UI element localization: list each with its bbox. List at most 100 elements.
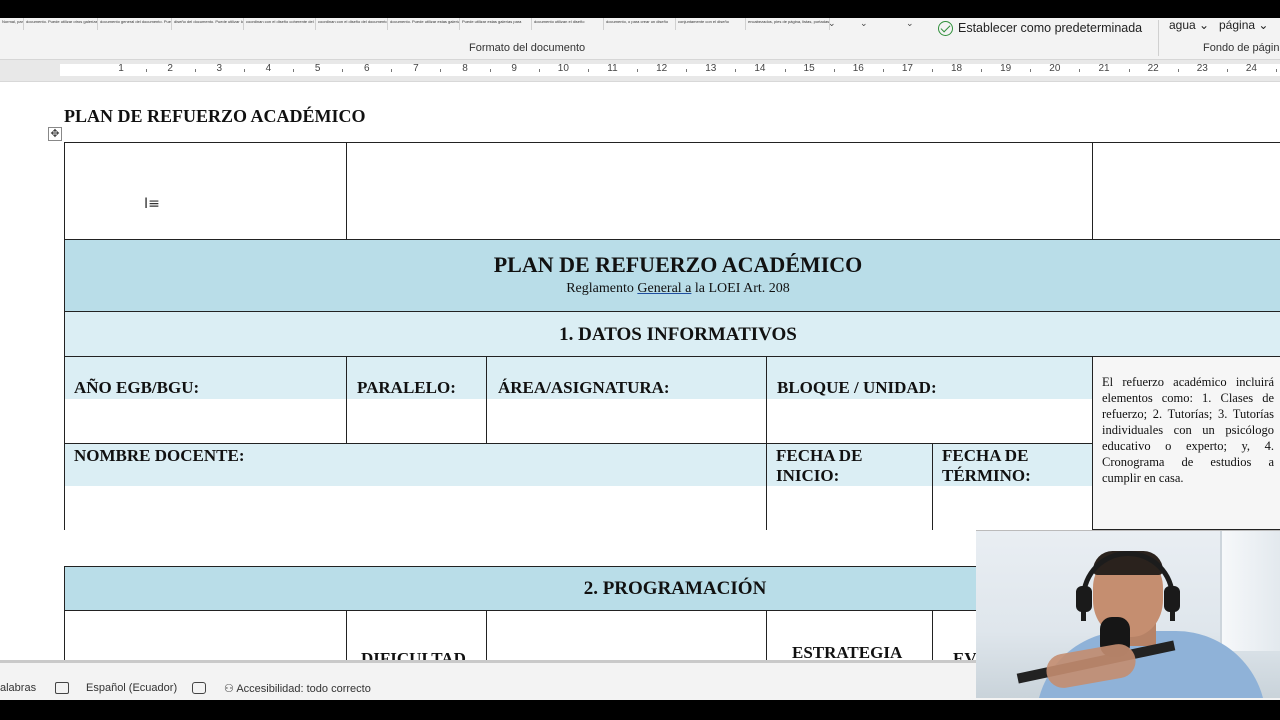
ruler-number: 20 bbox=[1049, 63, 1061, 74]
ruler-number: 7 bbox=[413, 63, 419, 74]
chevron-down-icon[interactable]: ⌄ bbox=[860, 18, 868, 29]
prog-col-1[interactable] bbox=[64, 610, 347, 660]
ruler-number: 19 bbox=[1000, 63, 1012, 74]
ruler-number: 16 bbox=[852, 63, 864, 74]
ruler-tick bbox=[538, 69, 540, 72]
ruler-tick bbox=[882, 69, 884, 72]
style-thumb[interactable]: coordinan con el diseño del documento bbox=[316, 18, 388, 30]
ruler-tick bbox=[686, 69, 688, 72]
side-note-cell[interactable]: El refuerzo académico incluirá elementos… bbox=[1092, 356, 1280, 530]
watermark-button[interactable]: agua ⌄ bbox=[1169, 18, 1209, 32]
field-input-area[interactable] bbox=[65, 486, 766, 530]
top-black-strip bbox=[0, 0, 1280, 18]
logo-cell-left[interactable] bbox=[64, 142, 347, 240]
page-color-button[interactable]: página ⌄ bbox=[1219, 18, 1268, 32]
ruler-tick bbox=[243, 69, 245, 72]
prog-dificultad-label: DIFICULTAD bbox=[361, 649, 466, 660]
ruler-tick bbox=[342, 69, 344, 72]
ruler-number: 3 bbox=[216, 63, 223, 74]
style-set-gallery[interactable]: Normal, para el documento. Puede utiliza… bbox=[0, 18, 836, 30]
subtitle-before: Reglamento bbox=[566, 281, 638, 296]
ruler-tick bbox=[1276, 69, 1278, 72]
chevron-down-icon[interactable]: ⌄ bbox=[906, 18, 914, 29]
field-input-area[interactable] bbox=[767, 486, 932, 530]
field-input-area[interactable] bbox=[65, 399, 346, 444]
focus-icon[interactable] bbox=[192, 682, 206, 694]
field-fecha-termino[interactable]: FECHA DE TÉRMINO: bbox=[932, 443, 1093, 530]
headset-earcup-left bbox=[1076, 586, 1092, 612]
language-indicator[interactable]: Español (Ecuador) bbox=[86, 682, 177, 694]
ruler-number: 22 bbox=[1147, 63, 1159, 74]
field-input-area[interactable] bbox=[767, 399, 1092, 444]
field-paralelo-label: PARALELO: bbox=[357, 378, 456, 397]
title-banner[interactable]: PLAN DE REFUERZO ACADÉMICO Reglamento Ge… bbox=[64, 239, 1280, 312]
style-thumb[interactable]: conjuntamente con el diseño bbox=[676, 18, 746, 30]
field-docente[interactable]: NOMBRE DOCENTE: bbox=[64, 443, 767, 530]
ruler-tick bbox=[637, 69, 639, 72]
proofing-icon[interactable] bbox=[55, 682, 69, 694]
logo-cell-right[interactable] bbox=[1092, 142, 1280, 240]
field-input-area[interactable] bbox=[347, 399, 486, 444]
prog-col-3[interactable] bbox=[486, 610, 767, 660]
ruler-number: 14 bbox=[754, 63, 766, 74]
subtitle-link[interactable]: General a bbox=[637, 281, 691, 296]
ruler-number: 24 bbox=[1245, 63, 1257, 74]
headset-earcup-right bbox=[1164, 586, 1180, 612]
subtitle-after: la LOEI Art. 208 bbox=[691, 281, 790, 296]
style-thumb[interactable]: documento general del documento. Puede bbox=[98, 18, 172, 30]
style-thumb[interactable]: encabezados, pies de página, listas, por… bbox=[746, 18, 830, 30]
ruler-tick bbox=[194, 69, 196, 72]
ruler-number: 5 bbox=[314, 63, 321, 74]
style-thumb[interactable]: documento. Puede utilizar estas galerías bbox=[388, 18, 460, 30]
field-input-area[interactable] bbox=[487, 399, 766, 444]
style-thumb[interactable]: coordinan con el diseño coherente del do… bbox=[244, 18, 316, 30]
style-thumb[interactable]: documento, o para crear un diseño bbox=[604, 18, 676, 30]
ruler-number: 6 bbox=[363, 63, 370, 74]
style-thumb[interactable]: documento. Puede utilizar otros galerías bbox=[24, 18, 98, 30]
page-color-label: página bbox=[1219, 18, 1256, 32]
style-thumb[interactable]: diseño del documento. Puede utilizar los… bbox=[172, 18, 244, 30]
field-docente-label: NOMBRE DOCENTE: bbox=[74, 446, 245, 465]
field-anio-label: AÑO EGB/BGU: bbox=[74, 378, 200, 397]
gallery-scroll-icon[interactable]: ⌄ bbox=[828, 18, 836, 29]
set-as-default-button[interactable]: Establecer como predeterminada bbox=[938, 20, 1142, 36]
ruler-tick bbox=[931, 69, 933, 72]
watermark-label: agua bbox=[1169, 18, 1196, 32]
word-window: Normal, para el documento. Puede utiliza… bbox=[0, 0, 1280, 720]
section-datos-informativos[interactable]: 1. DATOS INFORMATIVOS bbox=[64, 311, 1280, 357]
section-1-title: 1. DATOS INFORMATIVOS bbox=[559, 324, 797, 345]
field-bloque[interactable]: BLOQUE / UNIDAD: bbox=[766, 356, 1093, 444]
table-move-icon[interactable]: ✥ bbox=[48, 127, 62, 141]
group-label-page-background: Fondo de página bbox=[1203, 42, 1280, 54]
ruler-number: 8 bbox=[462, 63, 468, 74]
ruler-tick bbox=[587, 69, 589, 72]
banner-subtitle: Reglamento General a la LOEI Art. 208 bbox=[65, 281, 1280, 297]
ruler-tick bbox=[1226, 69, 1228, 72]
ruler-number: 9 bbox=[511, 63, 517, 74]
prog-col-dificultad[interactable]: DIFICULTAD bbox=[346, 610, 487, 660]
prog-col-estrategia[interactable]: ESTRATEGIA bbox=[766, 610, 933, 660]
field-paralelo[interactable]: PARALELO: bbox=[346, 356, 487, 444]
ruler-number: 13 bbox=[705, 63, 717, 74]
ruler-number: 18 bbox=[950, 63, 963, 74]
bottom-black-strip bbox=[0, 700, 1280, 720]
style-thumb[interactable]: Puede utilizar estas galerías para bbox=[460, 18, 532, 30]
logo-cell-center[interactable] bbox=[346, 142, 1093, 240]
ruler-number: 21 bbox=[1098, 63, 1110, 74]
ruler-tick bbox=[1177, 69, 1179, 72]
field-area[interactable]: ÁREA/ASIGNATURA: bbox=[486, 356, 767, 444]
field-input-area[interactable] bbox=[933, 486, 1092, 530]
accessibility-status[interactable]: ⚇ Accesibilidad: todo correcto bbox=[224, 682, 371, 695]
style-thumb[interactable]: documento utilizan el diseño bbox=[532, 18, 604, 30]
field-bloque-label: BLOQUE / UNIDAD: bbox=[777, 378, 937, 397]
word-count[interactable]: alabras bbox=[0, 682, 36, 694]
field-anio[interactable]: AÑO EGB/BGU: bbox=[64, 356, 347, 444]
ruler-number: 10 bbox=[557, 63, 569, 74]
field-fecha-inicio[interactable]: FECHA DE INICIO: bbox=[766, 443, 933, 530]
horizontal-ruler[interactable]: 1 2 3 4 5 6 7 8 9 10 11 12 13 14 15 16 17 18 19 20 21 22 23 24 bbox=[0, 60, 1280, 82]
field-area-label: ÁREA/ASIGNATURA: bbox=[498, 378, 670, 397]
style-thumb[interactable]: Normal, para el bbox=[0, 18, 24, 30]
ruler-number: 2 bbox=[167, 63, 173, 74]
ruler-tick bbox=[1128, 69, 1130, 72]
ruler-tick bbox=[440, 69, 442, 72]
